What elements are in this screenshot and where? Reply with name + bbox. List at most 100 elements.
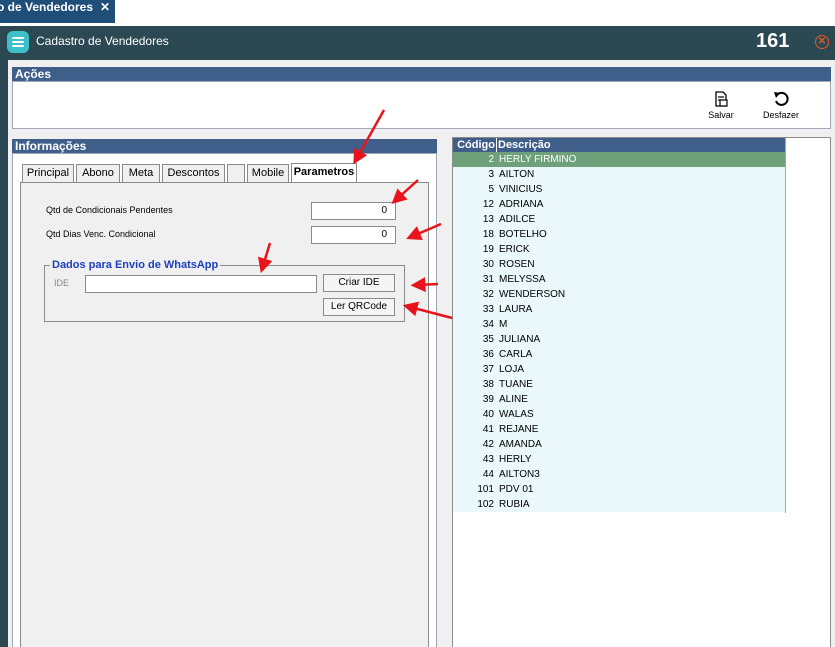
cell-description: ERICK <box>499 244 530 255</box>
column-header-description[interactable]: Descrição <box>498 138 551 152</box>
parametros-tab-page <box>20 182 429 647</box>
table-row[interactable]: 41 REJANE <box>453 422 785 437</box>
cell-description: WENDERSON <box>499 289 566 300</box>
pending-conditionals-label: Qtd de Condicionais Pendentes <box>46 205 173 215</box>
create-ide-button[interactable]: Criar IDE <box>323 274 395 292</box>
save-button-label: Salvar <box>708 110 734 120</box>
cell-code: 5 <box>488 184 494 195</box>
cell-code: 13 <box>482 214 494 225</box>
table-row[interactable]: 35 JULIANA <box>453 332 785 347</box>
ide-input[interactable] <box>85 275 317 293</box>
cell-code: 33 <box>482 304 494 315</box>
record-count: 161 <box>756 30 790 52</box>
cell-code: 44 <box>482 469 494 480</box>
cell-code: 38 <box>482 379 494 390</box>
cell-code: 32 <box>482 289 494 300</box>
table-row[interactable]: 18 BOTELHO <box>453 227 785 242</box>
actions-section-title: Ações <box>15 67 52 81</box>
table-row[interactable]: 102 RUBIA <box>453 497 785 512</box>
table-row[interactable]: 32 WENDERSON <box>453 287 785 302</box>
table-row[interactable]: 38 TUANE <box>453 377 785 392</box>
table-row[interactable]: 39 ALINE <box>453 392 785 407</box>
table-row[interactable]: 5 VINICIUS <box>453 182 785 197</box>
app-logo-icon <box>7 31 29 53</box>
cell-code: 30 <box>482 259 494 270</box>
cell-code: 34 <box>482 319 494 330</box>
cell-code: 35 <box>482 334 494 345</box>
cell-description: HERLY FIRMINO <box>499 154 577 165</box>
conditional-due-days-input[interactable]: 0 <box>311 226 396 244</box>
tab-meta[interactable]: Meta <box>122 164 160 182</box>
cell-code: 102 <box>477 499 494 510</box>
table-row[interactable]: 34 M <box>453 317 785 332</box>
cell-description: AMANDA <box>499 439 542 450</box>
tab-descontos[interactable]: Descontos <box>162 164 225 182</box>
document-tab[interactable]: o de Vendedores ✕ <box>0 0 115 23</box>
ide-label: IDE <box>54 278 70 288</box>
table-row[interactable]: 42 AMANDA <box>453 437 785 452</box>
cell-code: 42 <box>482 439 494 450</box>
table-row[interactable]: 37 LOJA <box>453 362 785 377</box>
cell-description: BOTELHO <box>499 229 547 240</box>
cell-code: 12 <box>482 199 494 210</box>
read-qrcode-button[interactable]: Ler QRCode <box>323 298 395 316</box>
undo-button-label: Desfazer <box>762 110 799 120</box>
whatsapp-group-title: Dados para Envio de WhatsApp <box>50 259 221 271</box>
conditional-due-days-label: Qtd Dias Venc. Condicional <box>46 229 156 239</box>
close-window-icon[interactable]: ✕ <box>815 35 829 49</box>
tab-mobile[interactable]: Mobile <box>247 164 289 182</box>
tab-abono[interactable]: Abono <box>76 164 120 182</box>
table-row[interactable]: 13 ADILCE <box>453 212 785 227</box>
undo-icon <box>774 91 789 106</box>
save-button[interactable]: Salvar <box>702 91 740 120</box>
column-separator <box>496 138 497 152</box>
cell-description: JULIANA <box>499 334 541 345</box>
table-row[interactable]: 101 PDV 01 <box>453 482 785 497</box>
window-titlebar: Cadastro de Vendedores 161 ✕ <box>0 26 835 58</box>
table-row[interactable]: 33 LAURA <box>453 302 785 317</box>
undo-button[interactable]: Desfazer <box>758 91 804 120</box>
cell-description: ADRIANA <box>499 199 544 210</box>
table-row[interactable]: 12 ADRIANA <box>453 197 785 212</box>
cell-description: CARLA <box>499 349 533 360</box>
window-title: Cadastro de Vendedores <box>36 34 169 48</box>
grid-body: 2 HERLY FIRMINO 3 AILTON 5 VINICIUS 12 ADRIANA 1… <box>453 152 785 512</box>
table-row[interactable]: 19 ERICK <box>453 242 785 257</box>
tab-parametros[interactable]: Parametros <box>291 163 357 182</box>
cell-description: HERLY <box>499 454 532 465</box>
cell-code: 31 <box>482 274 494 285</box>
cell-code: 36 <box>482 349 494 360</box>
table-row[interactable]: 40 WALAS <box>453 407 785 422</box>
cell-code: 2 <box>488 154 494 165</box>
cell-code: 40 <box>482 409 494 420</box>
cell-description: M <box>499 319 508 330</box>
cell-description: ROSEN <box>499 259 535 270</box>
table-row[interactable]: 30 ROSEN <box>453 257 785 272</box>
cell-description: AILTON3 <box>499 469 540 480</box>
info-section-title: Informações <box>15 139 87 153</box>
tab-principal[interactable]: Principal <box>22 164 74 182</box>
cell-description: MELYSSA <box>499 274 546 285</box>
cell-code: 37 <box>482 364 494 375</box>
cell-code: 101 <box>477 484 494 495</box>
cell-code: 19 <box>482 244 494 255</box>
cell-code: 41 <box>482 424 494 435</box>
table-row[interactable]: 36 CARLA <box>453 347 785 362</box>
tab-blank[interactable] <box>227 164 245 182</box>
table-row[interactable]: 31 MELYSSA <box>453 272 785 287</box>
cell-description: VINICIUS <box>499 184 543 195</box>
pending-conditionals-input[interactable]: 0 <box>311 202 396 220</box>
table-row[interactable]: 2 HERLY FIRMINO <box>453 152 785 167</box>
table-row[interactable]: 3 AILTON <box>453 167 785 182</box>
document-tab-close-icon[interactable]: ✕ <box>100 0 110 14</box>
column-header-code[interactable]: Código <box>453 138 495 152</box>
cell-description: WALAS <box>499 409 534 420</box>
save-document-icon <box>715 91 728 107</box>
cell-description: ALINE <box>499 394 528 405</box>
grid-header: Código Descrição <box>453 138 785 152</box>
cell-code: 43 <box>482 454 494 465</box>
cell-description: LAURA <box>499 304 533 315</box>
grid-column-border <box>785 138 786 513</box>
table-row[interactable]: 43 HERLY <box>453 452 785 467</box>
table-row[interactable]: 44 AILTON3 <box>453 467 785 482</box>
